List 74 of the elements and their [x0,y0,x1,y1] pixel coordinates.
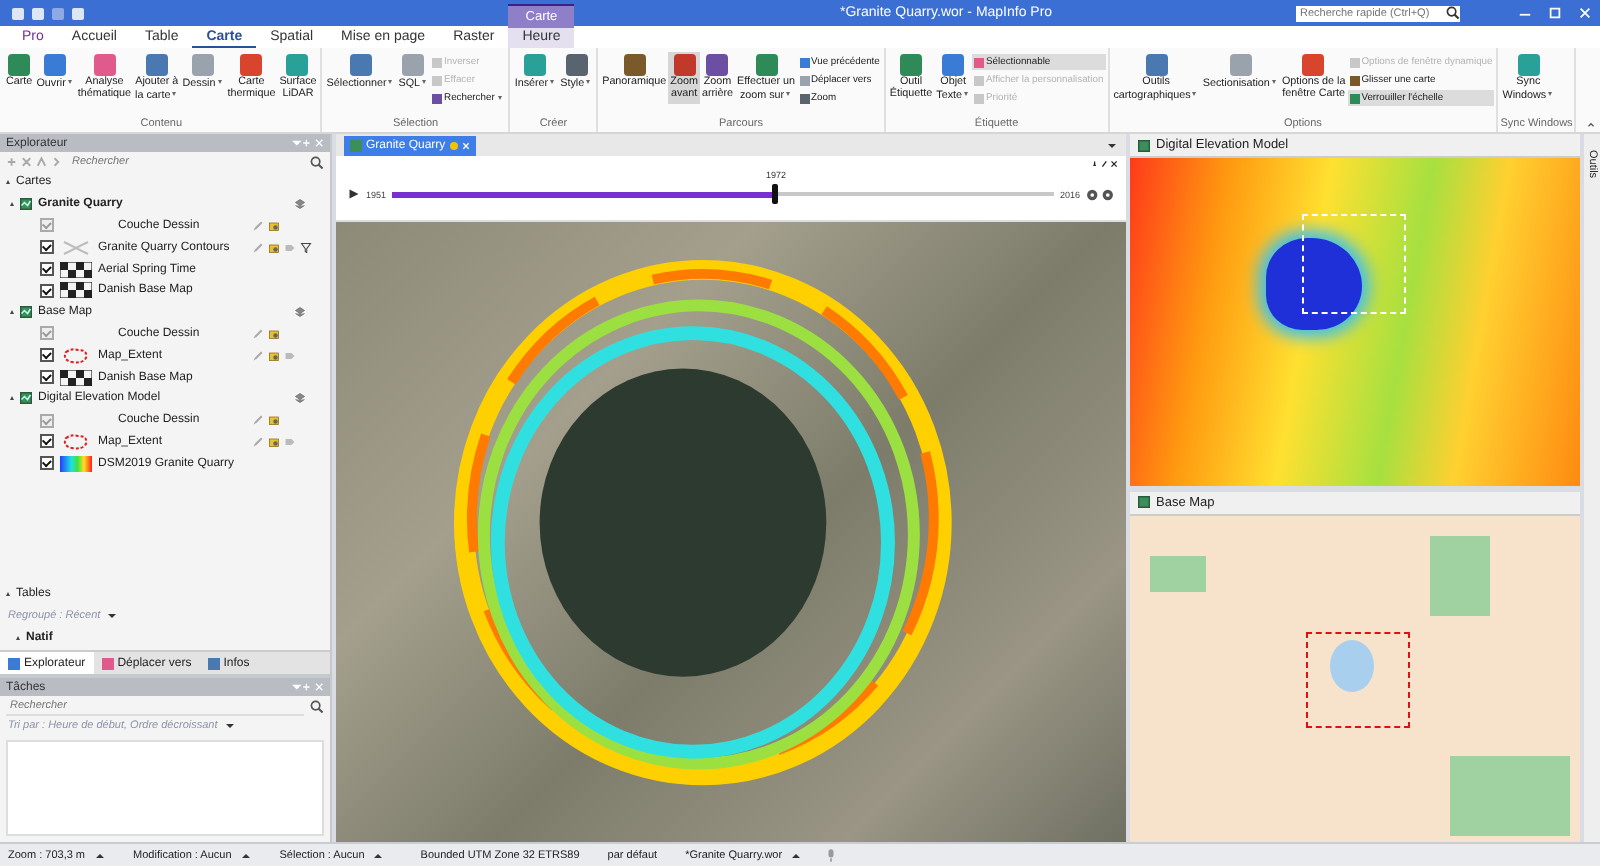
caret-icon[interactable] [108,613,117,618]
raster-icon [60,261,92,278]
layer-checkbox[interactable] [40,240,54,255]
play-icon[interactable] [348,188,360,200]
layer-checkbox[interactable] [40,370,54,385]
tool-icon [1229,54,1252,76]
search-icon[interactable] [310,699,324,713]
pin-edit-close-icon[interactable] [1092,160,1118,168]
caret-icon[interactable] [792,853,801,857]
tool-icon [145,54,168,76]
close-icon[interactable] [461,141,470,149]
layers-icon[interactable] [294,198,306,211]
tool-icon [673,54,696,76]
layer-settings-icon[interactable] [268,219,280,232]
tool-icon [565,54,588,76]
map-icon [20,198,32,211]
tool-icon [524,54,547,76]
layer-checkbox[interactable] [40,262,54,277]
layer-settings-icon[interactable] [268,327,280,340]
tool-icon [1302,54,1325,76]
tool-icon [44,54,67,76]
slider-thumb[interactable] [772,184,779,204]
region-icon [60,347,92,364]
tool-icon [1517,54,1540,76]
collapse-ribbon-icon[interactable] [1586,120,1596,130]
extent-rectangle [1302,214,1406,314]
map-icon [1138,496,1150,508]
playback-settings-icon[interactable] [1086,187,1114,201]
save-icon[interactable] [12,7,24,19]
extent-rectangle [1306,631,1410,727]
raster-icon [60,282,92,299]
close-icon[interactable] [1578,6,1592,20]
region-icon [60,433,92,450]
map-icon [1138,139,1150,151]
layer-checkbox[interactable] [40,348,54,363]
tool-icon [286,54,309,76]
tool-icon [8,54,31,76]
maximize-icon[interactable] [1548,6,1562,20]
layer-checkbox[interactable] [40,283,54,298]
layer-settings-icon[interactable] [268,435,280,448]
tool-icon [942,54,965,76]
undo-icon[interactable] [32,7,44,19]
tool-icon [900,54,923,76]
tool-icon [191,54,214,76]
color-ramp-icon [60,455,92,472]
layers-icon[interactable] [294,392,306,405]
caret-icon[interactable] [241,853,250,857]
layer-checkbox[interactable] [40,456,54,471]
tool-icon [93,54,116,76]
tool-icon [706,54,729,76]
layer-settings-icon[interactable] [268,241,280,254]
map-icon [20,392,32,405]
tool-icon [240,54,263,76]
caret-icon[interactable] [225,724,234,729]
line-style-icon [60,239,92,256]
search-icon[interactable] [310,155,324,169]
layer-settings-icon[interactable] [268,414,280,427]
caret-icon[interactable] [95,853,104,857]
tool-icon [755,54,778,76]
map-icon [20,306,32,319]
filter-icon[interactable] [300,241,312,254]
caret-icon[interactable] [1108,143,1116,147]
layer-checkbox[interactable] [40,434,54,449]
tool-icon [623,54,646,76]
tool-icon [349,54,372,76]
tool-icon [402,54,425,76]
caret-icon[interactable] [374,853,383,857]
depression-drawing [1266,238,1362,330]
raster-icon [60,369,92,386]
layer-settings-icon[interactable] [268,349,280,362]
print-icon[interactable] [72,7,84,19]
tool-icon [1145,54,1168,76]
search-icon [1446,6,1460,20]
layers-icon[interactable] [294,306,306,319]
